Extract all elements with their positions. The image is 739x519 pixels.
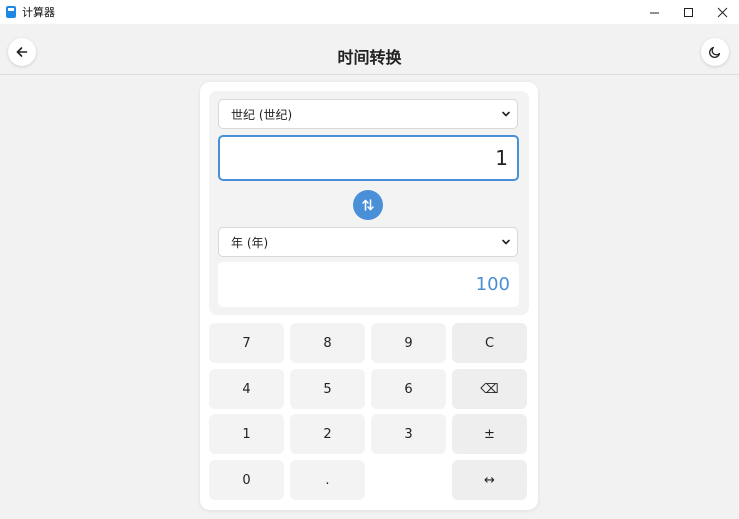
minimize-button[interactable] — [637, 0, 671, 24]
result-display: 100 — [218, 262, 519, 307]
conversion-panel: 世纪 (世纪) 1 年 (年) 100 — [209, 91, 529, 315]
key-8[interactable]: 8 — [290, 323, 365, 363]
input-value: 1 — [495, 146, 508, 170]
from-unit-select[interactable]: 世纪 (世纪) — [218, 99, 518, 129]
swap-units-button[interactable] — [353, 190, 383, 220]
key-2[interactable]: 2 — [290, 414, 365, 454]
page-title: 时间转换 — [337, 48, 402, 67]
close-icon — [717, 7, 727, 17]
key-7[interactable]: 7 — [209, 323, 284, 363]
to-unit-select[interactable]: 年 (年) — [218, 227, 518, 257]
chevron-down-icon — [502, 111, 510, 117]
key-4[interactable]: 4 — [209, 369, 284, 409]
moon-icon — [709, 46, 721, 58]
clear-button[interactable]: C — [452, 323, 527, 363]
key-1[interactable]: 1 — [209, 414, 284, 454]
key-0[interactable]: 0 — [209, 460, 284, 500]
backspace-button[interactable]: ⌫ — [452, 369, 527, 409]
close-button[interactable] — [705, 0, 739, 24]
window-controls — [637, 0, 739, 24]
decimal-point-button[interactable]: . — [290, 460, 365, 500]
result-value: 100 — [475, 274, 510, 295]
app-header: 时间转换 — [0, 24, 739, 75]
value-input[interactable]: 1 — [218, 135, 519, 181]
calculator-app-icon — [6, 6, 16, 18]
chevron-down-icon — [502, 239, 510, 245]
to-unit-label: 年 (年) — [231, 235, 269, 250]
plus-minus-button[interactable]: ± — [452, 414, 527, 454]
maximize-button[interactable] — [671, 0, 705, 24]
key-5[interactable]: 5 — [290, 369, 365, 409]
key-6[interactable]: 6 — [371, 369, 446, 409]
theme-toggle-button[interactable] — [701, 38, 729, 66]
maximize-icon — [683, 7, 693, 17]
window-title: 计算器 — [22, 6, 55, 19]
key-9[interactable]: 9 — [371, 323, 446, 363]
window-title-bar: 计算器 — [0, 0, 739, 25]
converter-card: 世纪 (世纪) 1 年 (年) 100 7 8 9 C 4 5 6 ⌫ 1 2 … — [200, 82, 538, 510]
from-unit-label: 世纪 (世纪) — [231, 107, 293, 122]
swap-button[interactable]: ↔ — [452, 460, 527, 500]
swap-vertical-icon — [362, 199, 374, 211]
key-3[interactable]: 3 — [371, 414, 446, 454]
minimize-icon — [649, 12, 659, 13]
